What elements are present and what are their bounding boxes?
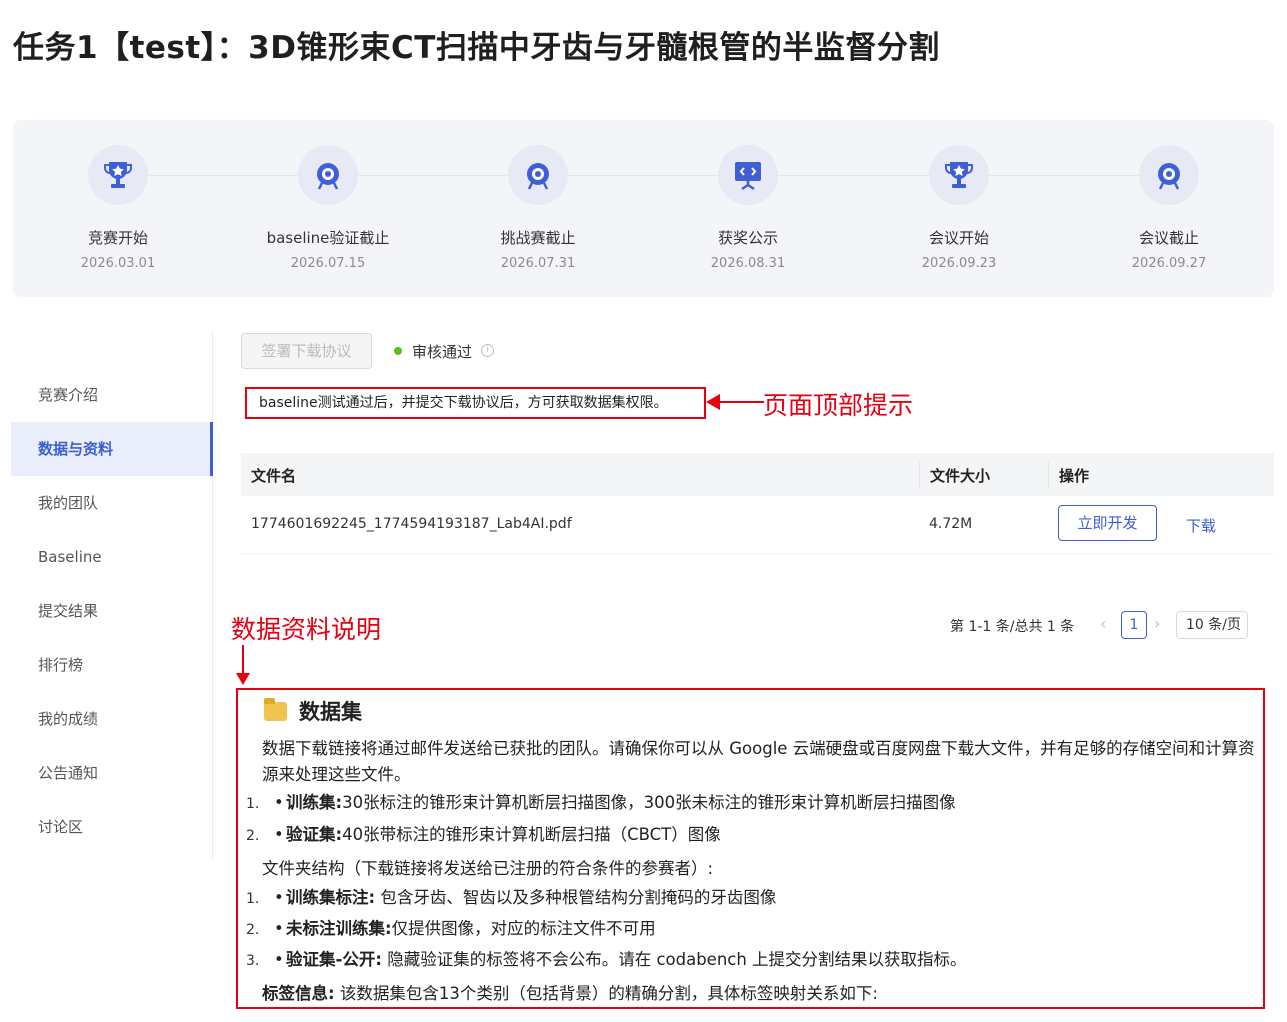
- column-header-actions: 操作: [1059, 467, 1090, 485]
- list-number: 2.: [246, 922, 260, 938]
- list-label: 未标注训练集:: [286, 919, 392, 938]
- list-number: 2.: [246, 828, 260, 844]
- pagination-total: 第 1-1 条/总共 1 条: [950, 619, 1075, 635]
- sign-download-agreement-button[interactable]: 签署下载协议: [241, 333, 372, 369]
- file-name: 1774601692245_1774594193187_Lab4AI.pdf: [251, 516, 572, 532]
- top-notice: baseline测试通过后，并提交下载协议后，方可获取数据集权限。: [245, 387, 706, 419]
- pagination-page-current[interactable]: 1: [1121, 611, 1147, 639]
- folder-icon: [264, 697, 287, 721]
- develop-now-button[interactable]: 立即开发: [1058, 505, 1157, 541]
- timeline-date: 2026.08.31: [710, 256, 786, 271]
- trophy-icon: [88, 145, 148, 205]
- bullet: •: [274, 825, 284, 844]
- sidebar-item-competition-intro[interactable]: 竞赛介绍: [11, 368, 212, 422]
- list-item: 2. • 未标注训练集:仅提供图像，对应的标注文件不可用: [246, 915, 656, 939]
- page-title: 任务1【test】：3D锥形束CT扫描中牙齿与牙髓根管的半监督分割: [13, 30, 940, 66]
- list-number: 3.: [246, 953, 260, 969]
- timeline-step-baseline-deadline: baseline验证截止 2026.07.15: [218, 145, 438, 271]
- chevron-left-icon[interactable]: ‹: [1100, 614, 1106, 633]
- annotation-arrow-down: [236, 645, 250, 685]
- dataset-description: 数据集 数据下载链接将通过邮件发送给已获批的团队。请确保你可以从 Google …: [236, 688, 1265, 1009]
- timeline: 竞赛开始 2026.03.01 baseline验证截止 2026.07.15 …: [13, 120, 1274, 297]
- presentation-board-icon: [718, 145, 778, 205]
- list-number: 1.: [246, 796, 260, 812]
- dataset-title-text: 数据集: [299, 700, 362, 724]
- sidebar-item-leaderboard[interactable]: 排行榜: [11, 638, 212, 692]
- timeline-label: 竞赛开始: [87, 229, 148, 247]
- table-header: 文件名 文件大小 操作: [241, 453, 1274, 496]
- list-item: 1. • 训练集:30张标注的锥形束计算机断层扫描图像，300张未标注的锥形束计算机…: [246, 789, 956, 813]
- review-status: 审核通过 i: [394, 341, 495, 362]
- timeline-label: 会议开始: [928, 229, 989, 247]
- list-text: 包含牙齿、智齿以及多种根管结构分割掩码的牙齿图像: [375, 888, 777, 907]
- list-text: 40张带标注的锥形束计算机断层扫描（CBCT）图像: [342, 825, 721, 844]
- list-text: 30张标注的锥形束计算机断层扫描图像，300张未标注的锥形束计算机断层扫描图像: [342, 793, 956, 812]
- list-item: 3. • 验证集-公开: 隐藏验证集的标签将不会公布。请在 codabench 上提…: [246, 946, 967, 970]
- status-dot: [394, 346, 402, 355]
- timeline-date: 2026.07.15: [290, 256, 366, 271]
- list-text: 仅提供图像，对应的标注文件不可用: [391, 919, 656, 938]
- info-icon[interactable]: i: [481, 344, 495, 357]
- list-label: 训练集标注:: [286, 888, 376, 907]
- label-info-label: 标签信息:: [262, 984, 335, 1003]
- bullet: •: [274, 950, 284, 969]
- target-icon: [1139, 145, 1199, 205]
- timeline-step-challenge-deadline: 挑战赛截止 2026.07.31: [428, 145, 648, 271]
- timeline-date: 2026.09.27: [1131, 256, 1207, 271]
- list-item: 2. • 验证集:40张带标注的锥形束计算机断层扫描（CBCT）图像: [246, 821, 721, 845]
- list-label: 训练集:: [286, 793, 343, 812]
- sidebar-item-my-scores[interactable]: 我的成绩: [11, 692, 212, 746]
- column-separator: [1048, 462, 1049, 488]
- list-text: 隐藏验证集的标签将不会公布。请在 codabench 上提交分割结果以获取指标。: [381, 950, 967, 969]
- timeline-step-conference-end: 会议截止 2026.09.27: [1059, 145, 1279, 271]
- dataset-intro: 数据下载链接将通过邮件发送给已获批的团队。请确保你可以从 Google 云端硬盘…: [262, 739, 1255, 784]
- download-link[interactable]: 下载: [1186, 515, 1216, 536]
- timeline-label: baseline验证截止: [266, 229, 390, 247]
- timeline-step-competition-start: 竞赛开始 2026.03.01: [8, 145, 228, 271]
- target-icon: [508, 145, 568, 205]
- sidebar-item-announcements[interactable]: 公告通知: [11, 746, 212, 800]
- column-separator: [919, 462, 920, 488]
- column-header-filesize: 文件大小: [930, 467, 991, 485]
- sidebar: 竞赛介绍 数据与资料 我的团队 Baseline 提交结果 排行榜 我的成绩 公…: [11, 330, 213, 860]
- sidebar-item-my-team[interactable]: 我的团队: [11, 476, 212, 530]
- file-size: 4.72M: [929, 516, 973, 532]
- trophy-icon: [929, 145, 989, 205]
- label-info-text: 该数据集包含13个类别（包括背景）的精确分割，具体标签映射关系如下:: [334, 984, 878, 1003]
- timeline-date: 2026.07.31: [500, 256, 576, 271]
- timeline-date: 2026.03.01: [80, 256, 156, 271]
- label-info: 标签信息: 该数据集包含13个类别（包括背景）的精确分割，具体标签映射关系如下:: [262, 981, 1257, 1007]
- annotation-data-description: 数据资料说明: [231, 615, 382, 644]
- status-text: 审核通过: [412, 343, 473, 361]
- annotation-arrow-left: [706, 394, 764, 410]
- timeline-step-conference-start: 会议开始 2026.09.23: [849, 145, 1069, 271]
- target-icon: [298, 145, 358, 205]
- sidebar-item-baseline[interactable]: Baseline: [11, 530, 212, 584]
- list-item: 1. • 训练集标注: 包含牙齿、智齿以及多种根管结构分割掩码的牙齿图像: [246, 884, 776, 908]
- timeline-label: 获奖公示: [717, 229, 778, 247]
- sidebar-item-submit-results[interactable]: 提交结果: [11, 584, 212, 638]
- list-label: 验证集:: [286, 825, 343, 844]
- list-label: 验证集-公开:: [286, 950, 382, 969]
- timeline-label: 会议截止: [1138, 229, 1199, 247]
- table-row: 1774601692245_1774594193187_Lab4AI.pdf 4…: [241, 496, 1274, 554]
- folder-structure-intro: 文件夹结构（下载链接将发送给已注册的符合条件的参赛者）:: [262, 859, 714, 878]
- bullet: •: [274, 793, 284, 812]
- chevron-down-icon: ﹀: [1228, 618, 1239, 631]
- column-header-filename: 文件名: [251, 467, 297, 485]
- bullet: •: [274, 888, 284, 907]
- timeline-date: 2026.09.23: [921, 256, 997, 271]
- sidebar-item-data-and-materials[interactable]: 数据与资料: [11, 422, 213, 476]
- dataset-title: 数据集: [264, 696, 362, 726]
- timeline-step-award-announcement: 获奖公示 2026.08.31: [638, 145, 858, 271]
- bullet: •: [274, 919, 284, 938]
- list-number: 1.: [246, 891, 260, 907]
- file-table: 文件名 文件大小 操作 1774601692245_1774594193187_…: [241, 453, 1274, 554]
- timeline-label: 挑战赛截止: [500, 229, 576, 247]
- sidebar-item-discussion[interactable]: 讨论区: [11, 800, 212, 854]
- chevron-right-icon[interactable]: ›: [1154, 614, 1160, 633]
- annotation-top-hint: 页面顶部提示: [763, 391, 914, 420]
- page-size-select[interactable]: 10 条/页 ﹀: [1176, 611, 1248, 639]
